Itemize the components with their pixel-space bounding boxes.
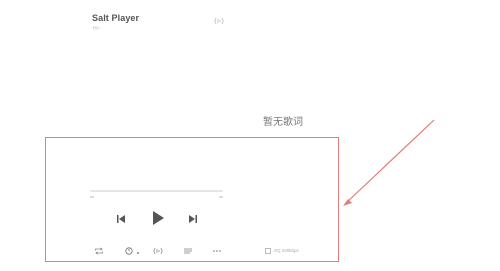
more-button[interactable] — [212, 247, 222, 255]
annotation-highlight-box — [45, 137, 339, 262]
audio-quality-icon — [265, 248, 271, 254]
audio-format-label: SQ 320kbps — [274, 248, 299, 253]
play-icon — [153, 211, 164, 225]
sound-effect-icon[interactable] — [214, 17, 224, 25]
skip-next-icon — [189, 215, 197, 223]
sound-effect-icon — [153, 247, 163, 255]
sound-effect-button[interactable] — [153, 247, 163, 255]
next-button[interactable] — [186, 212, 200, 226]
timer-icon — [125, 247, 133, 255]
playlist-icon — [184, 248, 192, 254]
more-icon — [213, 250, 221, 252]
timer-button[interactable] — [124, 247, 134, 255]
current-time — [90, 196, 94, 198]
total-time — [219, 196, 223, 198]
previous-button[interactable] — [114, 212, 128, 226]
playlist-button[interactable] — [183, 247, 193, 255]
app-title: Salt Player — [92, 13, 140, 23]
play-button[interactable] — [149, 209, 167, 227]
app-subtitle: Hi~ — [93, 26, 101, 32]
progress-bar[interactable] — [90, 190, 223, 192]
repeat-button[interactable] — [94, 247, 104, 255]
repeat-icon — [95, 247, 103, 255]
skip-previous-icon — [117, 215, 125, 223]
lyrics-placeholder: 暂无歌词 — [263, 117, 303, 128]
timer-indicator-dot — [137, 252, 139, 254]
audio-format-badge: SQ 320kbps — [265, 247, 299, 255]
